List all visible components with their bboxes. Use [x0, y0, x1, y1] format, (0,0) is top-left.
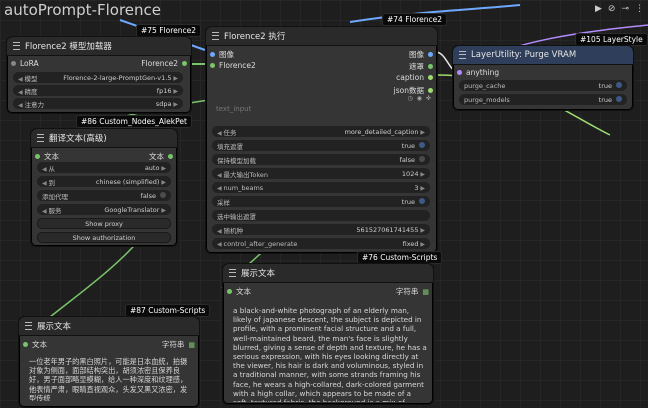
widget-precision[interactable]: ◀ 精度 fp16 ▶: [13, 85, 183, 96]
florence2-exec-node[interactable]: Florence2 执行 图像 Florence2 图像 遮罩 caption …: [205, 26, 438, 254]
widget-add-proxy[interactable]: 添加代理 false: [37, 190, 171, 201]
socket-icon[interactable]: [428, 52, 433, 57]
node-header[interactable]: 展示文本: [223, 264, 433, 283]
menu-icon[interactable]: [212, 32, 219, 40]
socket-icon[interactable]: [227, 289, 232, 294]
socket-icon[interactable]: [210, 63, 215, 68]
toggle-icon: [419, 141, 425, 148]
socket-icon[interactable]: [428, 75, 433, 80]
socket-icon[interactable]: [11, 61, 16, 66]
menu-icon[interactable]: [13, 42, 20, 50]
socket-icon[interactable]: [35, 154, 40, 159]
output-caption[interactable]: caption: [396, 73, 433, 82]
eye-icon: ◉: [416, 95, 422, 102]
output-string[interactable]: 字符串 ▦: [396, 286, 429, 297]
text-output: 一位老年男子的黑白照片，可能是日本血统，拍摄对象为侧面，面部结构突出，胡须浓密且…: [29, 357, 188, 401]
input-text[interactable]: 文本: [227, 286, 251, 297]
socket-icon[interactable]: [457, 70, 462, 75]
input-anything[interactable]: anything: [457, 68, 499, 77]
node-title: LayerUtility: Purge VRAM: [471, 50, 577, 60]
widget-sampling[interactable]: 采样 true: [212, 196, 430, 207]
input-text[interactable]: 文本: [23, 339, 47, 350]
clock-icon: ◷: [407, 95, 413, 102]
node-header[interactable]: Florence2 模型加载器: [7, 37, 191, 56]
florence2-loader-node[interactable]: Florence2 模型加载器 LoRA Florence2 ◀ 模型 Flore…: [6, 36, 192, 114]
widget-to[interactable]: ◀ 到 chinese (simplified) ▶: [37, 176, 171, 187]
socket-icon[interactable]: [210, 52, 215, 57]
node-header[interactable]: LayerUtility: Purge VRAM: [453, 46, 633, 65]
node-tag-exec: #74 Florence2: [382, 13, 447, 26]
toggle-icon: [616, 95, 622, 102]
output-text[interactable]: 文本: [149, 151, 173, 162]
show-text-en-node[interactable]: 展示文本 文本 字符串 ▦ a black-and-white photograp…: [222, 263, 434, 405]
widget-task[interactable]: ◀ 任务 more_detailed_caption ▶: [212, 126, 430, 137]
purge-vram-node[interactable]: LayerUtility: Purge VRAM anything purge_…: [452, 45, 634, 111]
socket-icon[interactable]: [23, 342, 28, 347]
pin-icon: ✜: [425, 95, 431, 102]
menu-icon[interactable]: [229, 269, 236, 277]
node-header[interactable]: 翻译文本(高级): [31, 129, 177, 148]
menu-icon[interactable]: [37, 134, 44, 142]
node-header[interactable]: Florence2 执行: [206, 27, 437, 46]
text-input-field[interactable]: text_input: [216, 105, 251, 113]
widget-attention[interactable]: ◀ 注意力 sdpa ▶: [13, 98, 183, 109]
show-authorization-button[interactable]: Show authorization: [37, 232, 171, 243]
show-proxy-button[interactable]: Show proxy: [37, 218, 171, 229]
grid-socket-icon[interactable]: ▦: [188, 341, 195, 349]
menu-icon[interactable]: [459, 51, 466, 59]
toggle-icon: [160, 191, 166, 198]
widget-from[interactable]: ◀ 从 auto ▶: [37, 162, 171, 173]
translate-node[interactable]: 翻译文本(高级) 文本 文本 ◀ 从 auto ▶ ◀ 到 chinese (sim…: [30, 128, 178, 247]
widget-control-after-generate[interactable]: ◀ control_after_generate fixed ▶: [212, 238, 430, 249]
output-florence2[interactable]: Florence2: [141, 59, 187, 68]
node-title: Florence2 模型加载器: [25, 42, 112, 52]
output-image[interactable]: 图像: [409, 49, 433, 60]
input-text[interactable]: 文本: [35, 151, 59, 162]
node-title: 展示文本: [241, 269, 276, 279]
node-header[interactable]: 展示文本: [19, 317, 199, 336]
widget-keep-model[interactable]: 保持模型加载 false: [212, 154, 430, 165]
node-tag-translate: #86 Custom_Nodes_AlekPet: [76, 115, 192, 128]
widget-service[interactable]: ◀ 服务 GoogleTranslator ▶: [37, 204, 171, 215]
node-title: 翻译文本(高级): [49, 134, 107, 144]
input-image[interactable]: 图像: [210, 49, 234, 60]
text-output: a black-and-white photograph of an elder…: [233, 306, 427, 402]
output-string[interactable]: 字符串 ▦: [162, 339, 195, 350]
widget-purge-cache[interactable]: purge_cache true: [459, 80, 627, 91]
widget-num-beams[interactable]: ◀ num_beams 3 ▶: [212, 182, 430, 193]
node-title: 展示文本: [37, 322, 72, 332]
menu-icon[interactable]: [25, 322, 32, 330]
widget-fill-mask[interactable]: 填充遮罩 true: [212, 140, 430, 151]
grid-socket-icon[interactable]: ▦: [422, 288, 429, 296]
toggle-icon: [419, 155, 425, 162]
output-mask[interactable]: 遮罩: [409, 61, 433, 72]
widget-output-mask-select[interactable]: 选中输出遮罩: [212, 210, 430, 221]
input-lora[interactable]: LoRA: [11, 59, 39, 68]
widget-purge-models[interactable]: purge_models true: [459, 94, 627, 105]
socket-icon[interactable]: [428, 64, 433, 69]
widget-seed[interactable]: ◀ 随机种 561527061741455 ▶: [212, 224, 430, 235]
show-text-zh-node[interactable]: 展示文本 文本 字符串 ▦ 一位老年男子的黑白照片，可能是日本血统，拍摄对象为侧面…: [18, 316, 200, 408]
socket-icon[interactable]: [168, 154, 173, 159]
toggle-icon: [419, 197, 425, 204]
widget-model[interactable]: ◀ 模型 Florence-2-large-PromptGen-v1.5 ▶: [13, 72, 183, 83]
input-florence2[interactable]: Florence2: [210, 61, 256, 70]
socket-icon[interactable]: [182, 61, 187, 66]
socket-icon[interactable]: [428, 88, 433, 93]
node-title: Florence2 执行: [224, 32, 286, 42]
status-icons: ◷ ◉ ✜: [407, 95, 431, 102]
toggle-icon: [616, 81, 622, 88]
widget-max-tokens[interactable]: ◀ 最大输出Token 1024 ▶: [212, 168, 430, 179]
